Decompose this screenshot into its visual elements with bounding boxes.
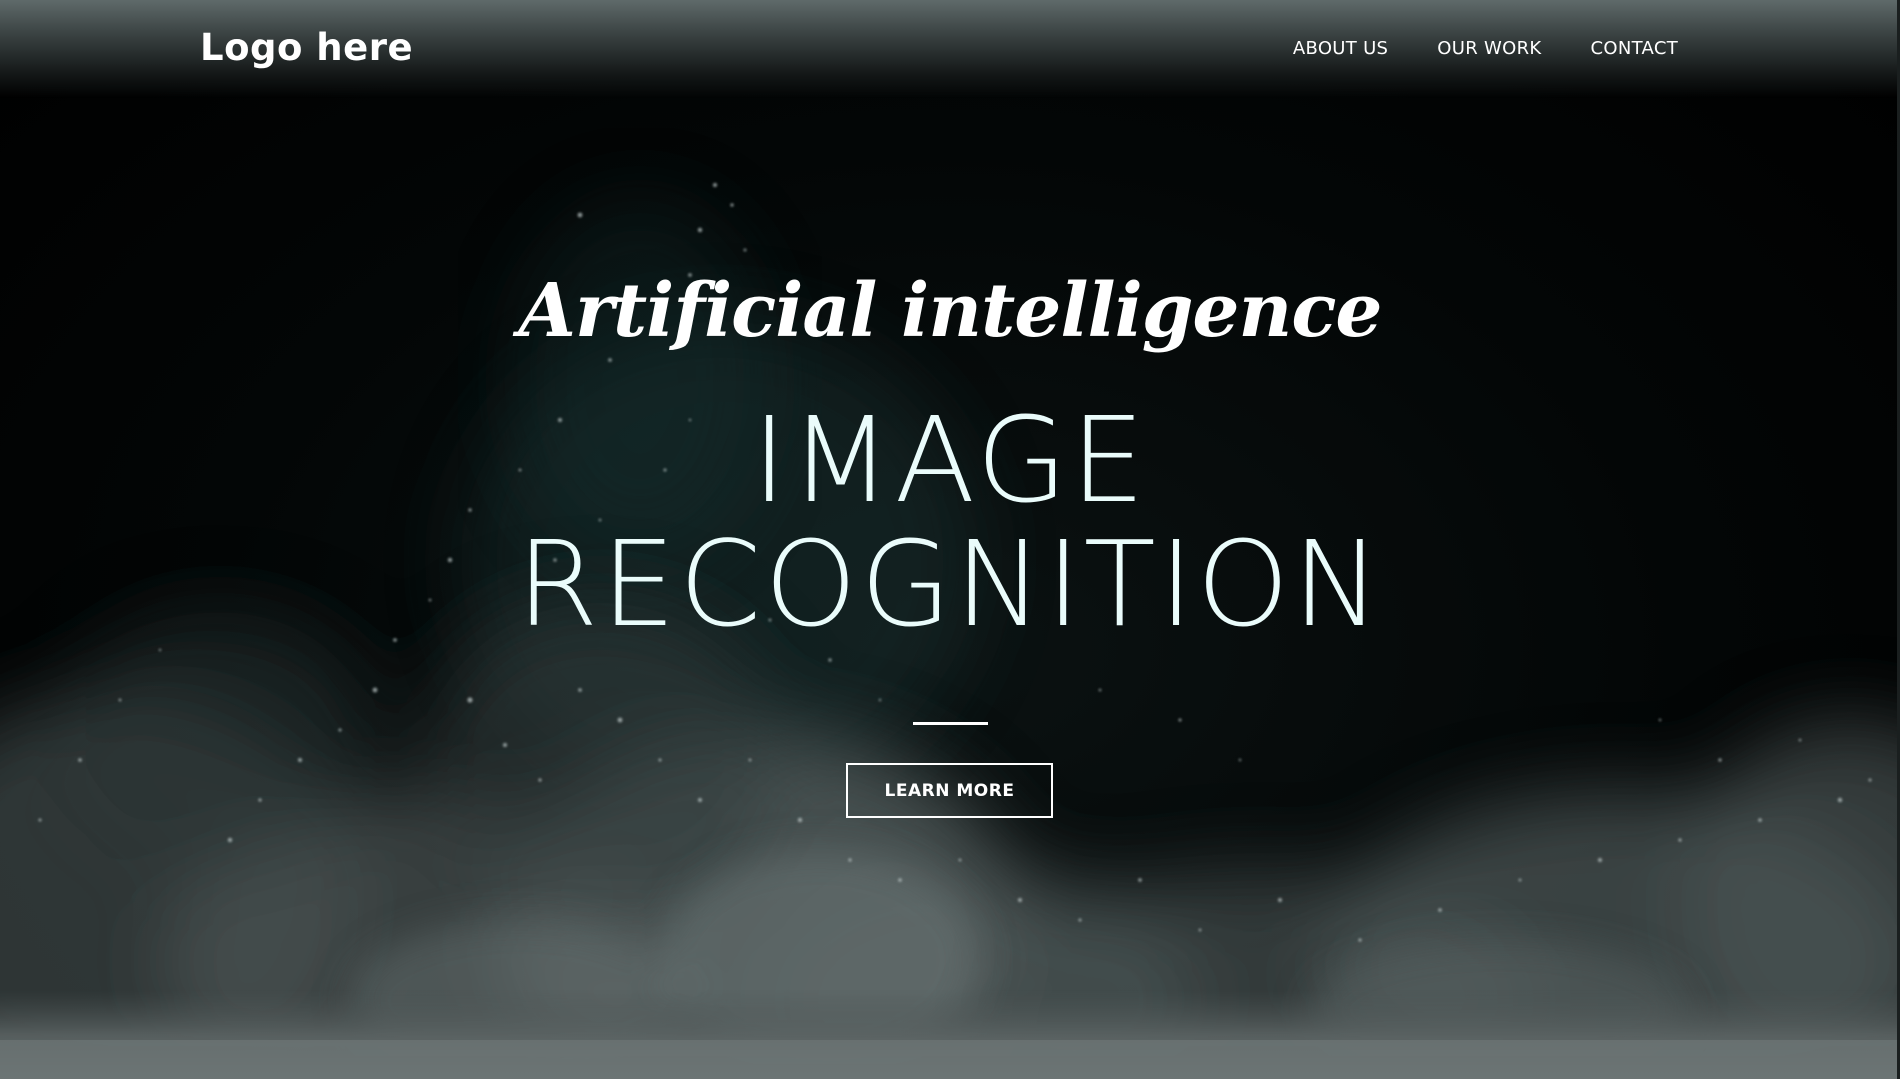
nav-contact[interactable]: CONTACT <box>1591 38 1678 59</box>
hero-headline-line-1: IMAGE <box>751 391 1149 529</box>
nav-our-work[interactable]: OUR WORK <box>1437 38 1541 59</box>
learn-more-button[interactable]: LEARN MORE <box>846 763 1053 818</box>
logo[interactable]: Logo here <box>200 26 413 69</box>
main-nav: ABOUT US OUR WORK CONTACT <box>1293 38 1678 59</box>
hero-headline-line-2: RECOGNITION <box>516 515 1384 653</box>
hero-divider <box>913 722 988 725</box>
hero-section: Artificial intelligence IMAGE RECOGNITIO… <box>0 0 1900 1079</box>
landing-page: Logo here ABOUT US OUR WORK CONTACT Arti… <box>0 0 1900 1079</box>
hero-headline: IMAGE RECOGNITION <box>0 398 1900 646</box>
site-header: Logo here ABOUT US OUR WORK CONTACT <box>0 0 1900 98</box>
nav-about-us[interactable]: ABOUT US <box>1293 38 1388 59</box>
hero-tagline: Artificial intelligence <box>518 268 1383 354</box>
